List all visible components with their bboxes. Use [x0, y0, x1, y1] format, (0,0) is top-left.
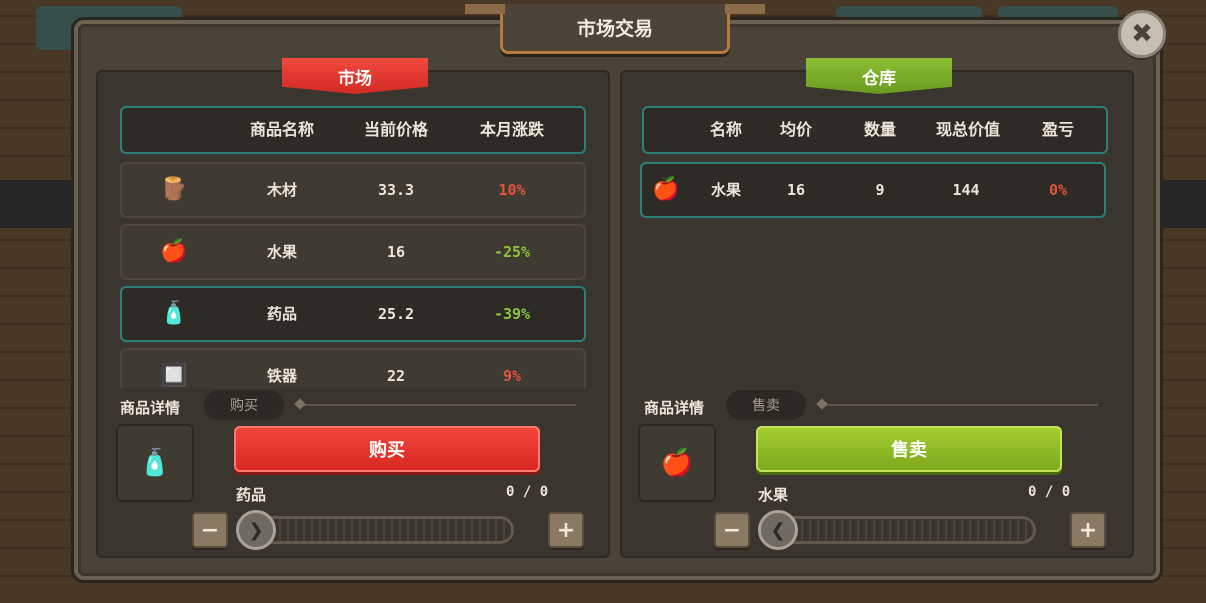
decrease-button[interactable]: −	[192, 512, 228, 548]
quantity-slider[interactable]	[246, 516, 514, 544]
header-name: 名称	[709, 120, 742, 139]
item-detail-label: 商品详情	[120, 399, 181, 417]
item-detail-label: 商品详情	[644, 399, 705, 417]
market-table-header: 商品名称 当前价格 本月涨跌	[120, 106, 586, 154]
header-profit: 盈亏	[1041, 120, 1074, 139]
item-change: 10%	[498, 181, 526, 199]
detail-divider	[300, 404, 576, 406]
warehouse-row-fruit[interactable]: 🍎 水果 16 9 144 0%	[640, 162, 1106, 218]
header-quantity: 数量	[863, 120, 896, 139]
increase-button[interactable]: +	[548, 512, 584, 548]
header-current-price: 当前价格	[363, 120, 428, 139]
item-price: 22	[386, 367, 406, 385]
selected-item-name: 药品	[236, 486, 267, 504]
market-list[interactable]: 🪵 木材 33.3 10% 🍎 水果 16 -25% 🧴 药品 25.2 -39…	[96, 160, 610, 388]
slider-knob-icon[interactable]: ❮	[758, 510, 798, 550]
market-row-medicine[interactable]: 🧴 药品 25.2 -39%	[120, 286, 586, 342]
item-quantity: 9	[875, 181, 885, 199]
buy-mode-pill: 购买	[204, 390, 284, 420]
item-price: 16	[386, 243, 406, 261]
selected-item-box: 🍎	[638, 424, 716, 502]
item-name: 铁器	[266, 367, 297, 385]
item-total-value: 144	[952, 181, 980, 199]
warehouse-ribbon: 仓库	[806, 58, 952, 94]
market-ribbon: 市场	[282, 58, 428, 94]
close-icon[interactable]: ✖	[1118, 10, 1166, 58]
item-change: 9%	[502, 367, 522, 385]
detail-divider	[822, 404, 1098, 406]
market-row-iron[interactable]: 🔲 铁器 22 9%	[120, 348, 586, 388]
header-monthly-change: 本月涨跌	[479, 120, 544, 139]
header-avg-price: 均价	[779, 120, 812, 139]
selected-item-box: 🧴	[116, 424, 194, 502]
item-price: 33.3	[377, 181, 415, 199]
item-change: -39%	[493, 305, 531, 323]
header-total-value: 现总价值	[935, 120, 1000, 139]
slider-knob-icon[interactable]: ❯	[236, 510, 276, 550]
selected-item-name: 水果	[758, 486, 789, 504]
item-avg-price: 16	[786, 181, 806, 199]
item-name: 水果	[266, 243, 297, 261]
warehouse-table-header: 名称 均价 数量 现总价值 盈亏	[642, 106, 1108, 154]
decrease-button[interactable]: −	[714, 512, 750, 548]
warehouse-panel: 仓库 名称 均价 数量 现总价值 盈亏 🍎 水果 16 9 144 0% 商品详…	[620, 58, 1134, 558]
apple-icon: 🍎	[660, 448, 694, 478]
item-name: 木材	[266, 181, 297, 199]
buy-button[interactable]: 购买	[234, 426, 540, 472]
item-profit: 0%	[1048, 181, 1068, 199]
item-name: 药品	[266, 305, 297, 323]
apple-icon: 🍎	[652, 177, 680, 202]
market-row-fruit[interactable]: 🍎 水果 16 -25%	[120, 224, 586, 280]
medicine-icon: 🧴	[138, 448, 172, 478]
window-title: 市场交易	[465, 4, 765, 54]
item-change: -25%	[493, 243, 531, 261]
selected-quantity: 0 / 0	[506, 484, 549, 500]
wood-icon: 🪵	[160, 177, 188, 202]
header-item-name: 商品名称	[249, 120, 314, 139]
sell-mode-pill: 售卖	[726, 390, 806, 420]
iron-icon: 🔲	[160, 363, 188, 388]
quantity-slider[interactable]	[768, 516, 1036, 544]
market-row-wood[interactable]: 🪵 木材 33.3 10%	[120, 162, 586, 218]
sell-button[interactable]: 售卖	[756, 426, 1062, 472]
increase-button[interactable]: +	[1070, 512, 1106, 548]
item-name: 水果	[710, 181, 741, 199]
medicine-icon: 🧴	[160, 301, 188, 326]
market-panel: 市场 商品名称 当前价格 本月涨跌 🪵 木材 33.3 10% 🍎 水果 16 …	[96, 58, 610, 558]
item-price: 25.2	[377, 305, 415, 323]
apple-icon: 🍎	[160, 239, 188, 264]
selected-quantity: 0 / 0	[1028, 484, 1071, 500]
